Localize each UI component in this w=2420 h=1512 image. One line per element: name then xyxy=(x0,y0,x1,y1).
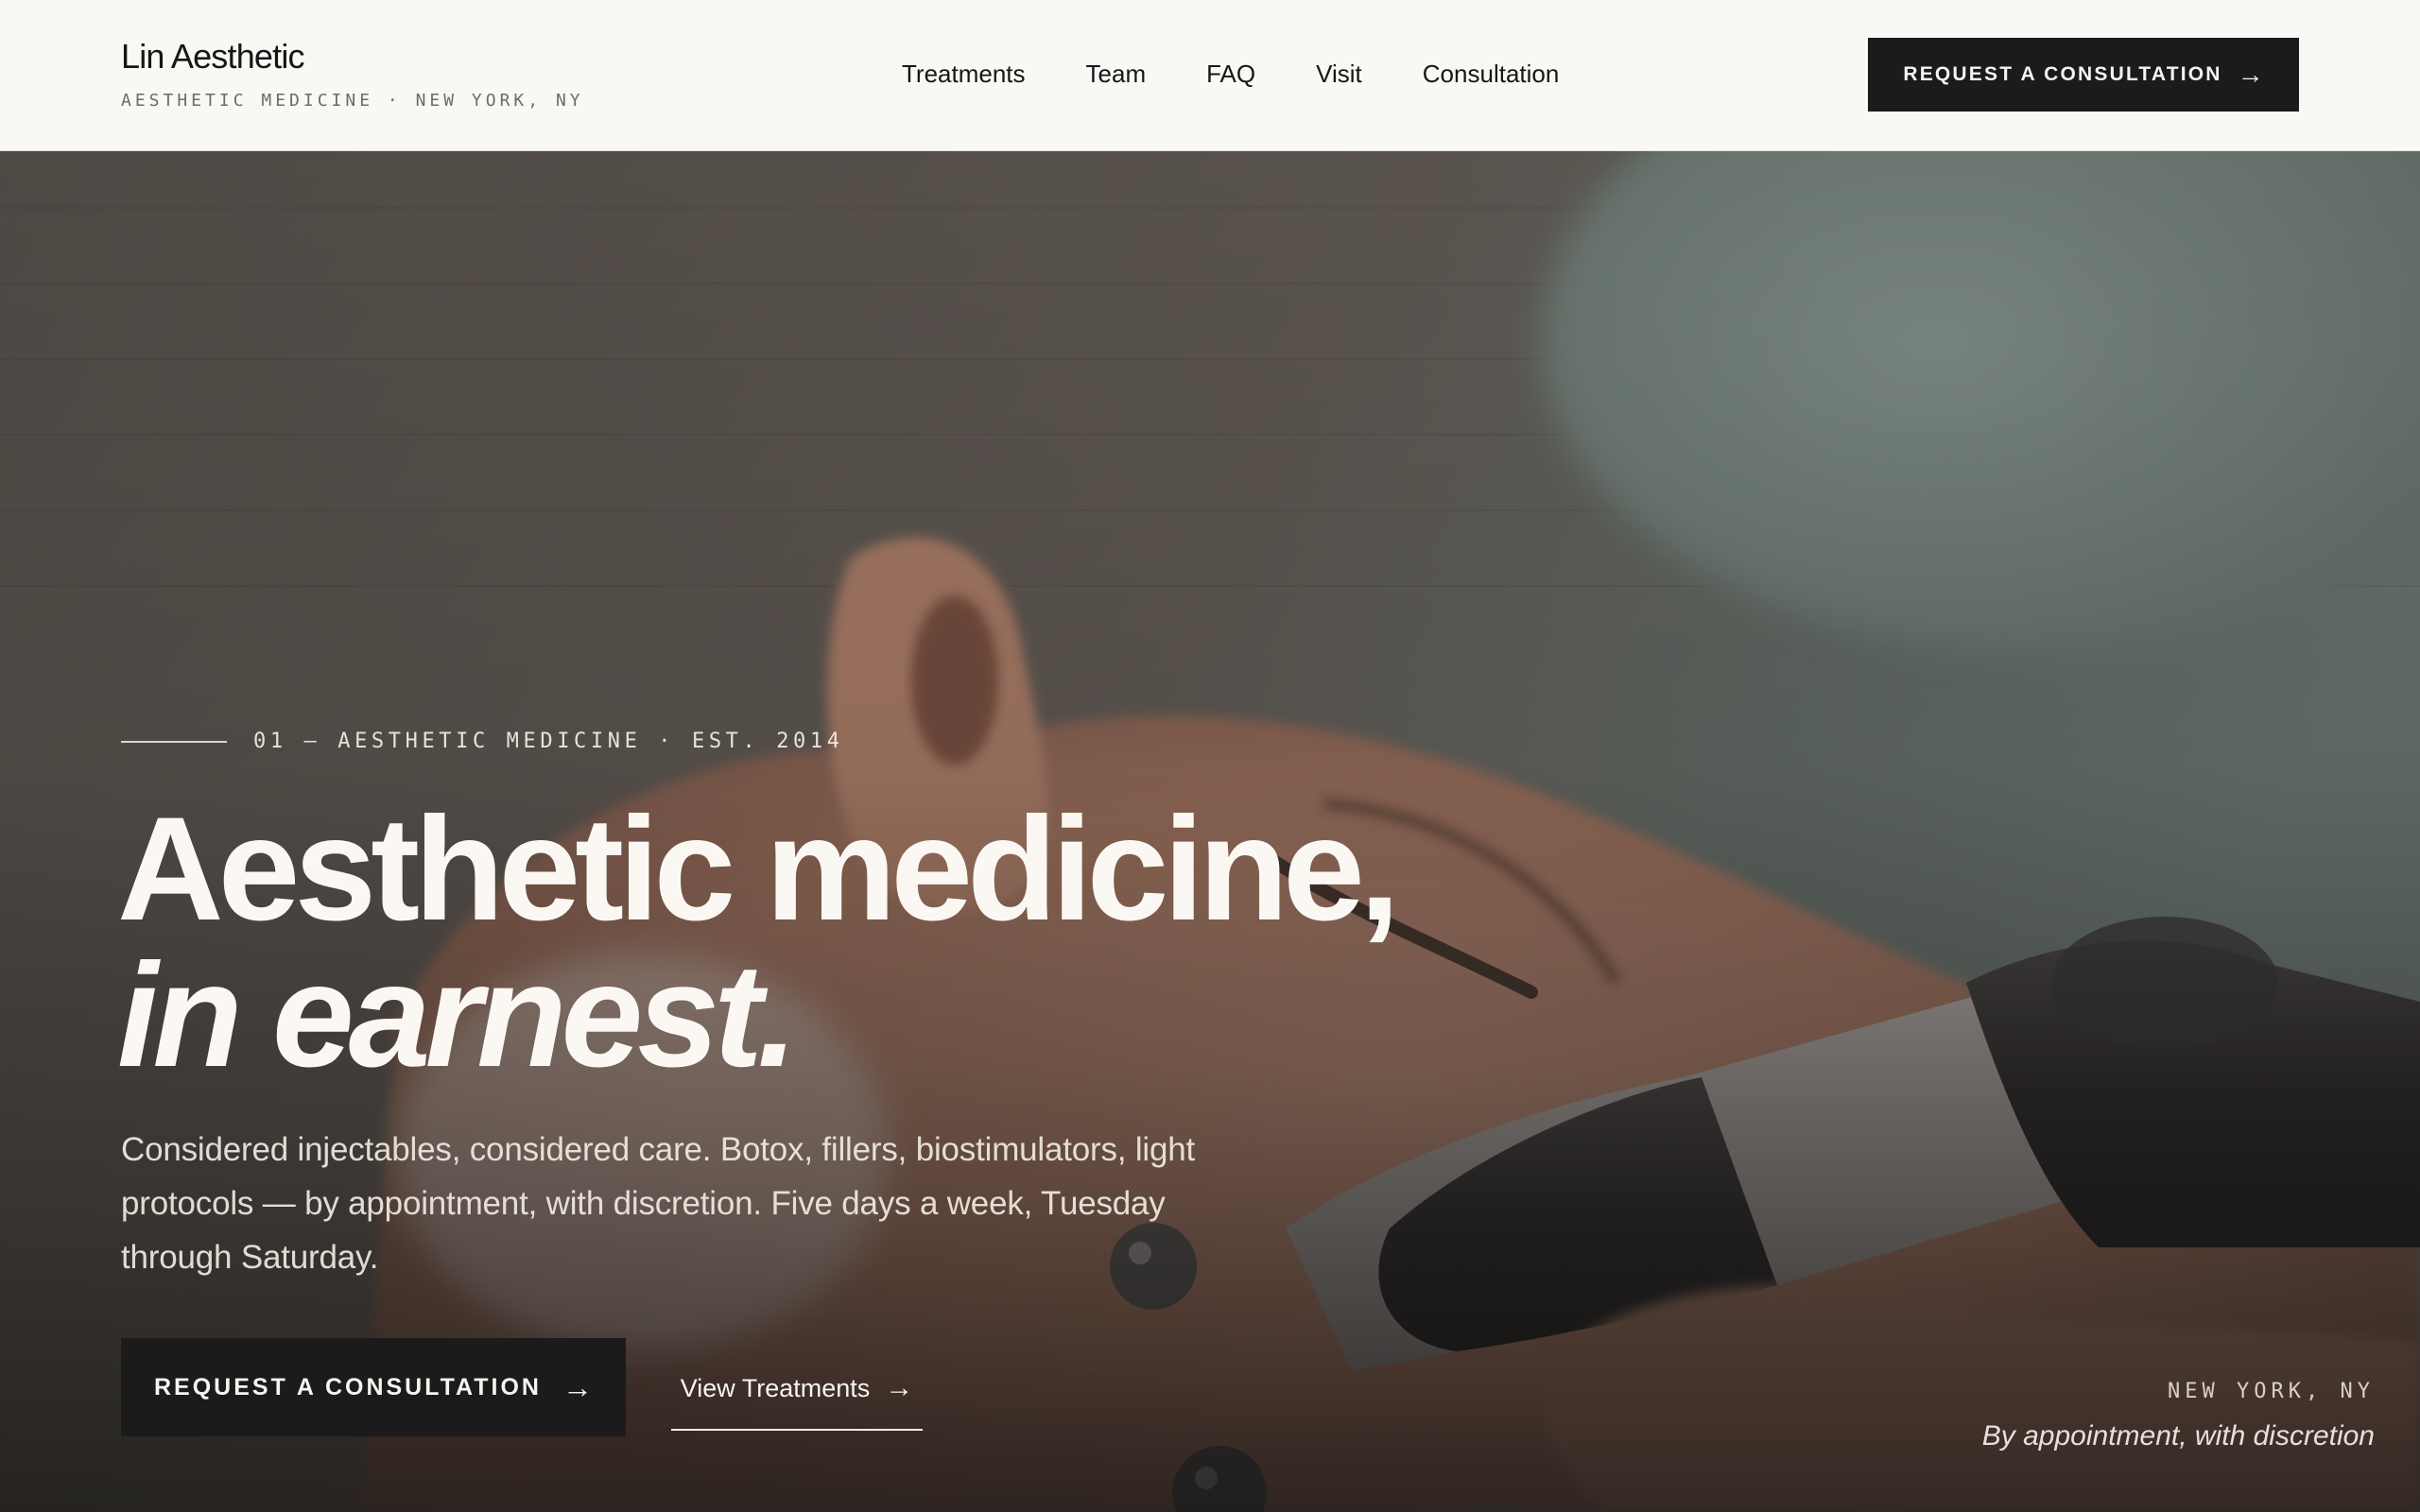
eyebrow-rule xyxy=(121,740,227,743)
main-nav: Treatments Team FAQ Visit Consultation xyxy=(902,55,1559,93)
arrow-right-icon: → xyxy=(885,1372,914,1403)
brand[interactable]: Lin Aesthetic AESTHETIC MEDICINE · NEW Y… xyxy=(121,36,584,112)
brand-tagline: AESTHETIC MEDICINE · NEW YORK, NY xyxy=(121,91,584,111)
eyebrow-text: 01 — AESTHETIC MEDICINE · EST. 2014 xyxy=(253,730,844,753)
hero-location-note: NEW YORK, NY By appointment, with discre… xyxy=(1982,1380,2375,1452)
location-city: NEW YORK, NY xyxy=(2168,1380,2375,1403)
location-note: By appointment, with discretion xyxy=(1981,1420,2375,1452)
hero-request-consultation-button[interactable]: REQUEST A CONSULTATION → xyxy=(121,1338,626,1436)
hero-cta-label: REQUEST A CONSULTATION xyxy=(154,1373,542,1400)
view-treatments-link[interactable]: View Treatments → xyxy=(671,1348,923,1431)
nav-treatments[interactable]: Treatments xyxy=(902,55,1026,93)
arrow-right-icon: → xyxy=(2237,60,2264,89)
nav-team[interactable]: Team xyxy=(1086,55,1147,93)
header-request-consultation-button[interactable]: REQUEST A CONSULTATION → xyxy=(1868,38,2299,112)
hero-headline: Aesthetic medicine, in earnest. xyxy=(117,787,1400,1098)
arrow-right-icon: → xyxy=(562,1370,593,1404)
site-header: Lin Aesthetic AESTHETIC MEDICINE · NEW Y… xyxy=(0,0,2420,151)
header-cta-label: REQUEST A CONSULTATION xyxy=(1903,63,2222,85)
view-treatments-label: View Treatments xyxy=(680,1373,871,1402)
nav-consultation[interactable]: Consultation xyxy=(1423,55,1560,93)
headline-line-1: Aesthetic medicine, xyxy=(117,787,1400,952)
nav-faq[interactable]: FAQ xyxy=(1206,55,1255,93)
brand-name[interactable]: Lin Aesthetic xyxy=(121,36,584,77)
hero-section: 01 — AESTHETIC MEDICINE · EST. 2014 Aest… xyxy=(0,151,2420,1512)
hero-lede: Considered injectables, considered care.… xyxy=(121,1131,1196,1276)
nav-visit[interactable]: Visit xyxy=(1316,55,1362,93)
headline-line-2: in earnest. xyxy=(117,934,798,1098)
hero-eyebrow: 01 — AESTHETIC MEDICINE · EST. 2014 xyxy=(121,730,844,753)
